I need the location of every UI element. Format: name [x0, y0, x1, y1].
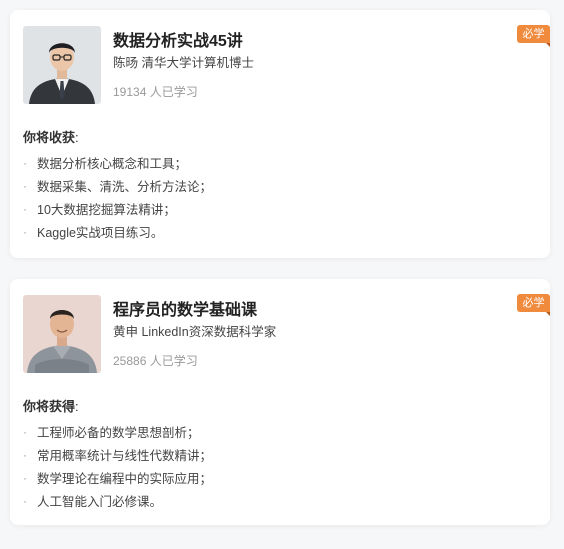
list-item: · 工程师必备的数学思想剖析； [23, 420, 212, 443]
gain-text: 10大数据挖掘算法精讲； [37, 203, 176, 217]
gain-text: 数学理论在编程中的实际应用； [37, 472, 213, 486]
course-author: 黄申 LinkedIn资深数据科学家 [113, 325, 277, 339]
author-portrait-image [23, 295, 101, 373]
gains-heading-text: 你将获得 [23, 399, 76, 414]
list-item: · 常用概率统计与线性代数精讲； [23, 443, 212, 466]
course-title[interactable]: 数据分析实战45讲 [113, 27, 243, 51]
bullet-dot-icon: · [23, 470, 27, 485]
gain-text: 工程师必备的数学思想剖析； [37, 426, 200, 440]
gains-heading-text: 你将收获 [23, 130, 76, 145]
bullet-dot-icon: · [23, 447, 27, 462]
bullet-dot-icon: · [23, 424, 27, 439]
author-avatar[interactable] [23, 26, 101, 104]
author-portrait-image [23, 26, 101, 104]
bullet-dot-icon: · [23, 493, 27, 508]
gain-text: 人工智能入门必修课。 [37, 495, 163, 509]
author-avatar[interactable] [23, 295, 101, 373]
list-item: · 数据采集、清洗、分析方法论； [23, 174, 212, 197]
bullet-dot-icon: · [23, 178, 27, 193]
gains-list: · 数据分析核心概念和工具； · 数据采集、清洗、分析方法论； · 10大数据挖掘算法… [23, 151, 212, 243]
gain-text: 常用概率统计与线性代数精讲； [37, 449, 213, 463]
course-author: 陈旸 清华大学计算机博士 [113, 56, 254, 70]
gain-text: 数据采集、清洗、分析方法论； [37, 180, 213, 194]
gains-heading: 你将获得: [23, 396, 79, 415]
bullet-dot-icon: · [23, 224, 27, 239]
list-item: · 数据分析核心概念和工具； [23, 151, 212, 174]
gain-text: 数据分析核心概念和工具； [37, 157, 188, 171]
must-learn-badge: 必学 [517, 294, 550, 316]
course-card[interactable]: 程序员的数学基础课 黄申 LinkedIn资深数据科学家 25886 人已学习 … [10, 279, 550, 525]
bullet-dot-icon: · [23, 201, 27, 216]
gains-heading-colon: : [75, 130, 79, 145]
learner-count: 19134 人已学习 [113, 85, 198, 99]
gain-text: Kaggle实战项目练习。 [37, 226, 164, 240]
gains-heading-colon: : [75, 399, 79, 414]
bullet-dot-icon: · [23, 155, 27, 170]
course-title[interactable]: 程序员的数学基础课 [113, 296, 257, 320]
list-item: · 数学理论在编程中的实际应用； [23, 466, 212, 489]
must-learn-badge: 必学 [517, 25, 550, 47]
gains-heading: 你将收获: [23, 127, 79, 146]
list-item: · Kaggle实战项目练习。 [23, 220, 212, 243]
list-item: · 10大数据挖掘算法精讲； [23, 197, 212, 220]
gains-list: · 工程师必备的数学思想剖析； · 常用概率统计与线性代数精讲； · 数学理论在编程中… [23, 420, 212, 512]
course-card[interactable]: 数据分析实战45讲 陈旸 清华大学计算机博士 19134 人已学习 必学 你将收… [10, 10, 550, 258]
learner-count: 25886 人已学习 [113, 354, 198, 368]
list-item: · 人工智能入门必修课。 [23, 489, 212, 512]
